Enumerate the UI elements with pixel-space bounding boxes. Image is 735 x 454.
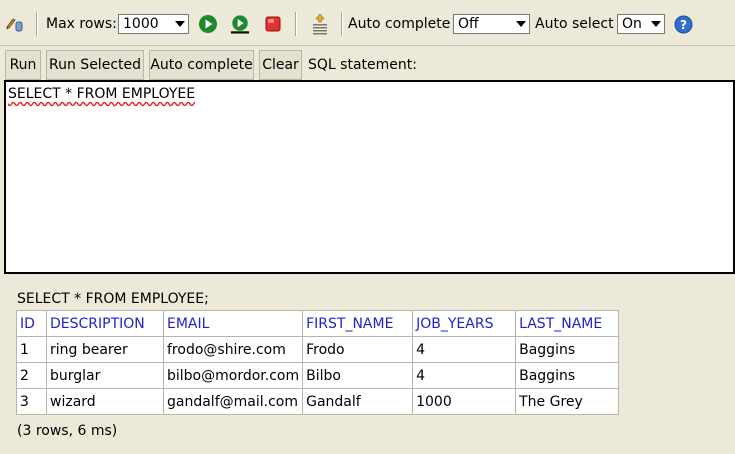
run-button[interactable]: Run <box>5 50 41 80</box>
column-header[interactable]: ID <box>16 310 47 337</box>
auto-complete-select[interactable]: Off <box>453 14 530 34</box>
result-statement: SELECT * FROM EMPLOYEE; <box>17 291 209 307</box>
sql-editor[interactable]: SELECT * FROM EMPLOYEE <box>4 80 735 274</box>
help-icon[interactable]: ? <box>673 14 693 34</box>
table-cell: 1 <box>16 336 47 363</box>
table-cell: Baggins <box>515 362 620 389</box>
run-icon[interactable] <box>198 14 218 34</box>
auto-complete-value: Off <box>458 16 479 32</box>
table-cell: burglar <box>46 362 164 389</box>
column-header[interactable]: JOB_YEARS <box>412 310 517 337</box>
toolbar-separator <box>341 12 342 36</box>
chevron-down-icon <box>651 21 661 27</box>
stop-icon[interactable] <box>263 14 283 34</box>
table-cell: 1000 <box>412 388 517 415</box>
table-header-row: ID DESCRIPTION EMAIL FIRST_NAME JOB_YEAR… <box>16 310 620 337</box>
table-cell: 3 <box>16 388 47 415</box>
auto-select-select[interactable]: On <box>617 14 665 34</box>
auto-select-value: On <box>622 16 642 32</box>
table-cell: frodo@shire.com <box>162 336 304 363</box>
table-cell: Gandalf <box>302 388 414 415</box>
column-header[interactable]: DESCRIPTION <box>46 310 164 337</box>
clear-button[interactable]: Clear <box>259 50 302 80</box>
result-summary: (3 rows, 6 ms) <box>17 423 118 439</box>
auto-complete-label: Auto complete <box>348 16 451 32</box>
max-rows-select[interactable]: 1000 <box>118 14 189 34</box>
run-selected-button[interactable]: Run Selected <box>46 50 144 80</box>
auto-select-label: Auto select <box>535 16 614 32</box>
table-cell: Baggins <box>515 336 620 363</box>
table-cell: 2 <box>16 362 47 389</box>
table-cell: Frodo <box>302 336 414 363</box>
max-rows-label: Max rows: <box>46 16 117 32</box>
table-row: 3 wizard gandalf@mail.com Gandalf 1000 T… <box>16 388 620 415</box>
column-header[interactable]: EMAIL <box>162 310 304 337</box>
table-cell: wizard <box>46 388 164 415</box>
table-cell: The Grey <box>515 388 620 415</box>
history-icon[interactable] <box>310 13 330 35</box>
column-header[interactable]: LAST_NAME <box>515 310 620 337</box>
toolbar: Max rows: 1000 Auto complete Off Auto se… <box>0 0 735 46</box>
pencil-icon[interactable] <box>4 14 24 34</box>
table-cell: 4 <box>412 362 517 389</box>
max-rows-value: 1000 <box>123 16 159 32</box>
chevron-down-icon <box>516 21 526 27</box>
sql-statement-label: SQL statement: <box>308 57 417 73</box>
table-cell: gandalf@mail.com <box>162 388 304 415</box>
table-row: 2 burglar bilbo@mordor.com Bilbo 4 Baggi… <box>16 362 620 389</box>
results-table: ID DESCRIPTION EMAIL FIRST_NAME JOB_YEAR… <box>16 310 620 415</box>
column-header[interactable]: FIRST_NAME <box>302 310 414 337</box>
chevron-down-icon <box>175 21 185 27</box>
table-cell: ring bearer <box>46 336 164 363</box>
table-cell: 4 <box>412 336 517 363</box>
svg-text:?: ? <box>680 18 687 32</box>
step-icon[interactable] <box>230 14 250 34</box>
sql-query-text: SELECT * FROM EMPLOYEE <box>8 86 196 102</box>
toolbar-separator <box>295 12 296 36</box>
table-cell: bilbo@mordor.com <box>162 362 304 389</box>
table-cell: Bilbo <box>302 362 414 389</box>
auto-complete-button[interactable]: Auto complete <box>149 50 254 80</box>
table-row: 1 ring bearer frodo@shire.com Frodo 4 Ba… <box>16 336 620 363</box>
toolbar-separator <box>36 12 37 36</box>
